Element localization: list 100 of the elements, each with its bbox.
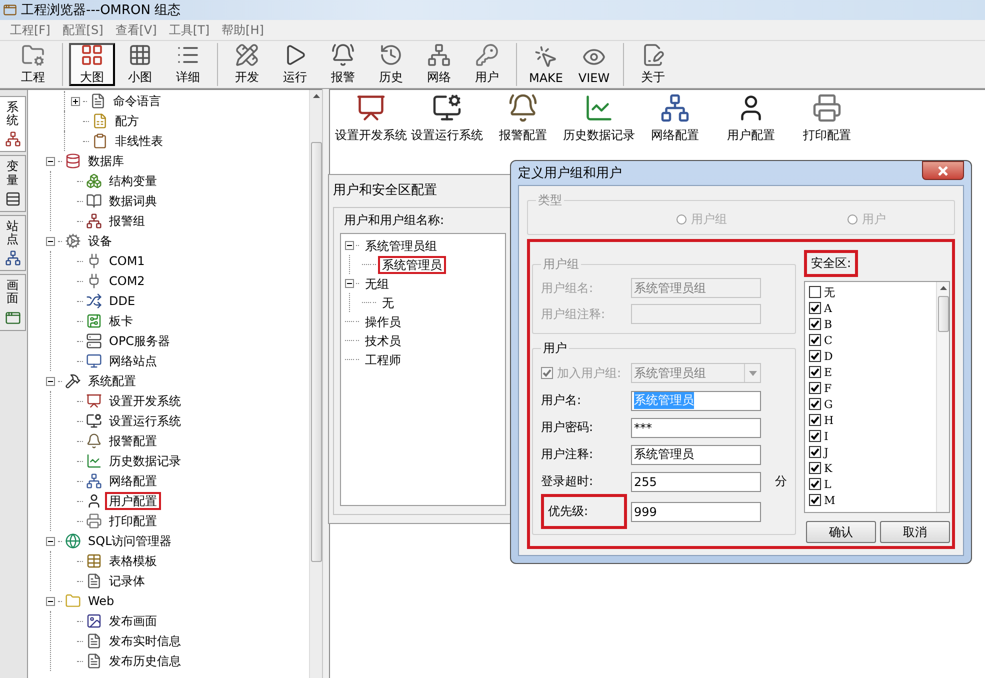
side-tab[interactable]: 变量 bbox=[0, 155, 26, 212]
checkbox[interactable] bbox=[809, 478, 821, 490]
tree-item[interactable]: 系统管理员 bbox=[378, 256, 446, 274]
tree-item[interactable]: 无 bbox=[378, 294, 398, 312]
toolbar-button[interactable]: 报警 bbox=[320, 43, 366, 86]
checkbox[interactable] bbox=[809, 414, 821, 426]
tree-item[interactable]: 配方 bbox=[111, 112, 143, 130]
toolbar-button[interactable]: 工程 bbox=[10, 43, 56, 86]
checkbox[interactable] bbox=[809, 286, 821, 298]
tree-item[interactable]: 表格模板 bbox=[105, 552, 161, 570]
checkbox[interactable] bbox=[809, 430, 821, 442]
collapse-icon[interactable] bbox=[46, 236, 55, 246]
tree-item[interactable]: Web bbox=[84, 592, 118, 610]
toolbar-button[interactable]: VIEW bbox=[571, 43, 617, 86]
toolbar-button[interactable]: 小图 bbox=[117, 43, 163, 86]
config-item[interactable]: 打印配置 bbox=[790, 93, 864, 162]
tree-item[interactable]: OPC服务器 bbox=[105, 332, 174, 350]
toolbar-button[interactable]: 运行 bbox=[272, 43, 318, 86]
tree-item[interactable]: COM1 bbox=[105, 252, 149, 270]
tree-item[interactable]: 网络站点 bbox=[105, 352, 161, 370]
collapse-icon[interactable] bbox=[46, 536, 55, 546]
tree-item[interactable]: 结构变量 bbox=[105, 172, 161, 190]
tree-item[interactable]: DDE bbox=[105, 292, 140, 310]
checkbox[interactable] bbox=[809, 318, 821, 330]
toolbar-button[interactable]: 网络 bbox=[416, 43, 462, 86]
tree-item[interactable]: 板卡 bbox=[105, 312, 137, 330]
collapse-icon[interactable] bbox=[345, 279, 354, 288]
text-field[interactable]: 系统管理员 bbox=[631, 444, 761, 464]
config-item[interactable]: 历史数据记录 bbox=[562, 93, 636, 162]
checkbox[interactable] bbox=[809, 350, 821, 362]
tree-item[interactable]: 非线性表 bbox=[111, 132, 167, 150]
tree-item[interactable]: 设置运行系统 bbox=[105, 412, 185, 430]
checkbox[interactable] bbox=[809, 398, 821, 410]
tree-item[interactable]: 打印配置 bbox=[105, 512, 161, 530]
collapse-icon[interactable] bbox=[345, 241, 354, 250]
scroll-thumb[interactable] bbox=[310, 142, 322, 562]
tree-item[interactable]: 报警配置 bbox=[105, 432, 161, 450]
checkbox[interactable] bbox=[809, 494, 821, 506]
menu-item[interactable]: 工程[F] bbox=[4, 22, 56, 38]
side-tab[interactable]: 站点 bbox=[0, 214, 26, 272]
scrollbar[interactable] bbox=[936, 282, 949, 512]
tree-item[interactable]: 设备 bbox=[84, 232, 116, 250]
tree-item[interactable]: 系统配置 bbox=[84, 372, 140, 390]
book-icon bbox=[86, 193, 102, 209]
menu-item[interactable]: 帮助[H] bbox=[216, 22, 270, 38]
text-field[interactable]: 999 bbox=[631, 502, 761, 522]
side-tab[interactable]: 画面 bbox=[0, 274, 26, 330]
tree-item[interactable]: 命令语言 bbox=[109, 92, 165, 110]
collapse-icon[interactable] bbox=[46, 376, 55, 386]
toolbar-button[interactable]: 关于 bbox=[630, 43, 676, 86]
tree-item[interactable]: 发布实时信息 bbox=[105, 632, 185, 650]
tree-item[interactable]: 记录体 bbox=[105, 572, 149, 590]
config-item[interactable]: 用户配置 bbox=[714, 93, 788, 162]
tree-item[interactable]: 用户配置 bbox=[105, 492, 161, 510]
tree-item[interactable]: 网络配置 bbox=[105, 472, 161, 490]
checkbox[interactable] bbox=[809, 366, 821, 378]
menu-item[interactable]: 配置[S] bbox=[56, 22, 110, 38]
tree-item[interactable]: 无组 bbox=[361, 274, 393, 292]
toolbar-button[interactable]: 历史 bbox=[368, 43, 414, 86]
presentation-icon bbox=[356, 93, 386, 123]
tree-item[interactable]: 工程师 bbox=[361, 350, 405, 368]
scrollbar[interactable] bbox=[309, 90, 322, 678]
tree-item[interactable]: 发布画面 bbox=[105, 612, 161, 630]
scroll-thumb[interactable] bbox=[938, 296, 948, 332]
checkbox[interactable] bbox=[809, 334, 821, 346]
tree-item[interactable]: 发布历史信息 bbox=[105, 652, 185, 670]
config-item[interactable]: 设置开发系统 bbox=[334, 93, 408, 162]
tree-item[interactable]: 技术员 bbox=[361, 332, 405, 350]
tree-item[interactable]: 数据词典 bbox=[105, 192, 161, 210]
checkbox[interactable] bbox=[809, 462, 821, 474]
text-field[interactable]: *** bbox=[631, 418, 761, 438]
toolbar-button[interactable]: 用户 bbox=[464, 43, 510, 86]
config-item[interactable]: 设置运行系统 bbox=[410, 93, 484, 162]
dialog-button[interactable]: 确认 bbox=[806, 521, 876, 543]
close-button[interactable] bbox=[922, 161, 964, 180]
checkbox[interactable] bbox=[809, 446, 821, 458]
toolbar-button[interactable]: 大图 bbox=[69, 43, 115, 86]
tree-item[interactable]: 设置开发系统 bbox=[105, 392, 185, 410]
checkbox[interactable] bbox=[809, 302, 821, 314]
tree-item[interactable]: 操作员 bbox=[361, 312, 405, 330]
checkbox[interactable] bbox=[809, 382, 821, 394]
menu-item[interactable]: 工具[T] bbox=[162, 22, 216, 38]
tree-item[interactable]: 数据库 bbox=[84, 152, 128, 170]
toolbar-button[interactable]: MAKE bbox=[523, 43, 569, 86]
tree-item[interactable]: SQL访问管理器 bbox=[84, 532, 176, 550]
text-field[interactable]: 255 bbox=[631, 472, 761, 492]
tree-item[interactable]: 报警组 bbox=[105, 212, 149, 230]
config-item[interactable]: 网络配置 bbox=[638, 93, 712, 162]
side-tab[interactable]: 系统 bbox=[0, 96, 26, 152]
menu-item[interactable]: 查看[V] bbox=[109, 22, 163, 38]
config-item[interactable]: 报警配置 bbox=[486, 93, 560, 162]
toolbar-button[interactable]: 开发 bbox=[224, 43, 270, 86]
tree-item[interactable]: 系统管理员组 bbox=[361, 236, 441, 254]
expand-icon[interactable] bbox=[71, 96, 80, 106]
dialog-button[interactable]: 取消 bbox=[880, 521, 950, 543]
toolbar-button[interactable]: 详细 bbox=[165, 43, 211, 86]
tree-item[interactable]: 历史数据记录 bbox=[105, 452, 185, 470]
collapse-icon[interactable] bbox=[46, 596, 55, 606]
collapse-icon[interactable] bbox=[46, 156, 55, 166]
tree-item[interactable]: COM2 bbox=[105, 272, 149, 290]
